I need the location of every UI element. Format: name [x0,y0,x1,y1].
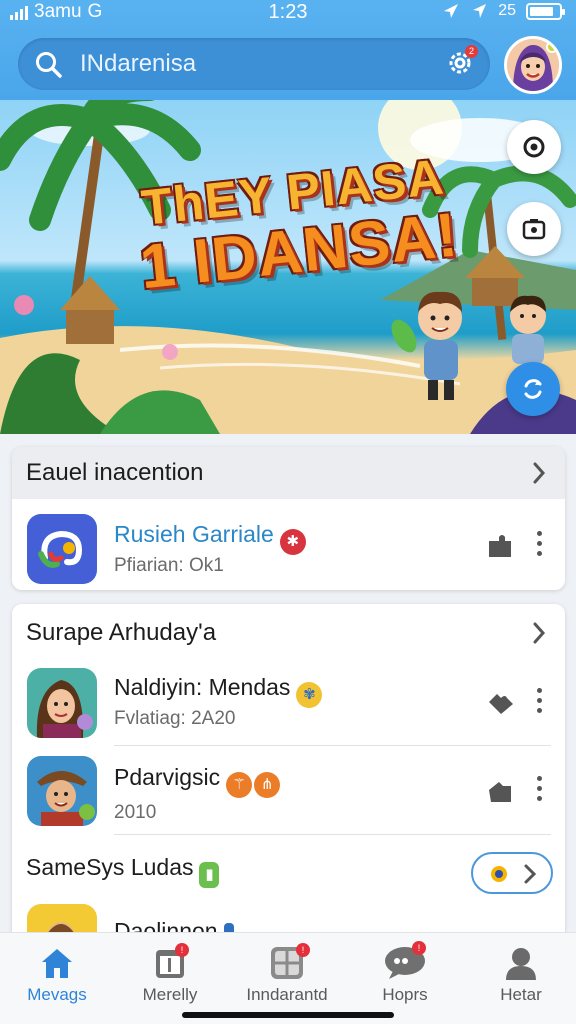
top-bar: 3amu G 1:23 25 2 [0,0,576,100]
app-icon [27,668,97,738]
character-portrait-icon [27,756,97,826]
puzzle-icon[interactable] [487,533,515,559]
more-options-icon[interactable] [537,531,543,561]
app-title-wrap: Naldiyin: Mendas ✾ [114,674,323,708]
hero-banner[interactable]: ThEY PIASA 1 IDANSA! [0,100,576,434]
search-input[interactable] [80,46,440,82]
more-options-icon[interactable] [537,776,543,806]
app-icon [27,756,97,826]
refresh-icon [524,379,542,399]
puzzle-icon[interactable] [487,778,515,804]
app-title-wrap: Pdarvigsic ⚚ ⋔ [114,764,281,798]
home-icon [42,949,72,978]
nav-label: Hetar [500,985,542,1004]
section-title: Surape Arhuday'a [26,619,217,646]
nav-badge: ! [175,943,189,957]
sticker-icon [491,866,507,882]
location-icon [444,4,459,18]
list-item[interactable]: Naldiyin: Mendas ✾ Fvlatiag: 2A20 [12,662,565,746]
section-card-featured: Eauel inacention Rusieh Garriale ✱ Pfiari… [12,447,565,590]
lens-icon [523,136,545,158]
camera-rotate-button[interactable] [507,120,561,174]
app-icon [27,514,97,584]
section-title: Eauel inacention [26,459,204,486]
search-icon [36,52,62,78]
subsection-badge-icon: ▮ [199,862,220,888]
more-options-icon[interactable] [537,688,543,718]
chevron-right-icon[interactable] [531,461,547,485]
row-divider [114,834,551,835]
app-subtitle: Pfiarian: Ok1 [114,555,224,576]
nav-badge: ! [296,943,310,957]
nav-item-chat[interactable]: ! Hoprs [350,941,460,1005]
app-badge-icon: ⚚ [226,772,253,798]
nav-badge: ! [412,941,426,955]
nav-label: Inndarantd [246,985,328,1004]
nav-item-grid[interactable]: ! Inndarantd [232,941,342,1005]
section-card-recommended: Surape Arhuday'a Naldiyin: Mendas ✾ Fvlat… [12,604,565,944]
status-bar: 3amu G 1:23 25 [0,0,576,26]
puzzle-icon[interactable] [487,690,515,716]
profile-icon [506,948,536,980]
battery-icon [526,2,565,20]
app-title: Rusieh Garriale [114,521,274,547]
app-title-wrap: Rusieh Garriale ✱ [114,521,306,555]
app-logo-icon [27,514,97,584]
signal-value: 25 [498,2,516,19]
app-title: Pdarvigsic [114,764,221,790]
bottom-nav: Mevags ! Merelly ! Inndarantd ! Hoprs He… [0,932,576,1024]
location-arrow-icon [473,4,487,18]
chevron-right-icon[interactable] [531,621,547,645]
list-item[interactable]: Rusieh Garriale ✱ Pfiarian: Ok1 [12,505,565,587]
subsection-title-wrap: SameSys Ludas ▮ [26,854,220,888]
settings-button[interactable]: 2 [446,45,478,82]
notification-badge: 2 [465,45,478,58]
filter-pill-button[interactable] [471,852,553,894]
app-title: Naldiyin: Mendas [114,674,291,700]
user-avatar[interactable] [504,36,562,94]
app-subtitle: 2010 [114,802,157,823]
nav-item-profile[interactable]: Hetar [466,941,576,1005]
section-header[interactable]: Surape Arhuday'a [12,604,565,662]
refresh-button[interactable] [506,362,560,416]
character-portrait-icon [27,668,97,738]
nav-item-home[interactable]: Mevags [2,941,112,1005]
nav-item-calendar[interactable]: ! Merelly [115,941,225,1005]
camera-button[interactable] [507,202,561,256]
subsection-title: SameSys Ludas [26,854,194,880]
app-badge-icon: ⋔ [254,772,281,798]
search-bar[interactable]: 2 [18,38,490,90]
chevron-right-icon [524,864,537,884]
nav-label: Mevags [27,985,87,1004]
avatar-status-dot [546,41,558,53]
camera-icon [522,219,546,240]
list-item[interactable]: Pdarvigsic ⚚ ⋔ 2010 [12,746,565,836]
app-subtitle: Fvlatiag: 2A20 [114,708,236,729]
section-header[interactable]: Eauel inacention [12,447,565,499]
app-badge-icon: ✱ [279,529,306,555]
nav-label: Hoprs [382,985,428,1004]
app-badge-icon: ✾ [296,682,323,708]
home-indicator[interactable] [182,1012,394,1018]
nav-label: Merelly [142,985,198,1004]
